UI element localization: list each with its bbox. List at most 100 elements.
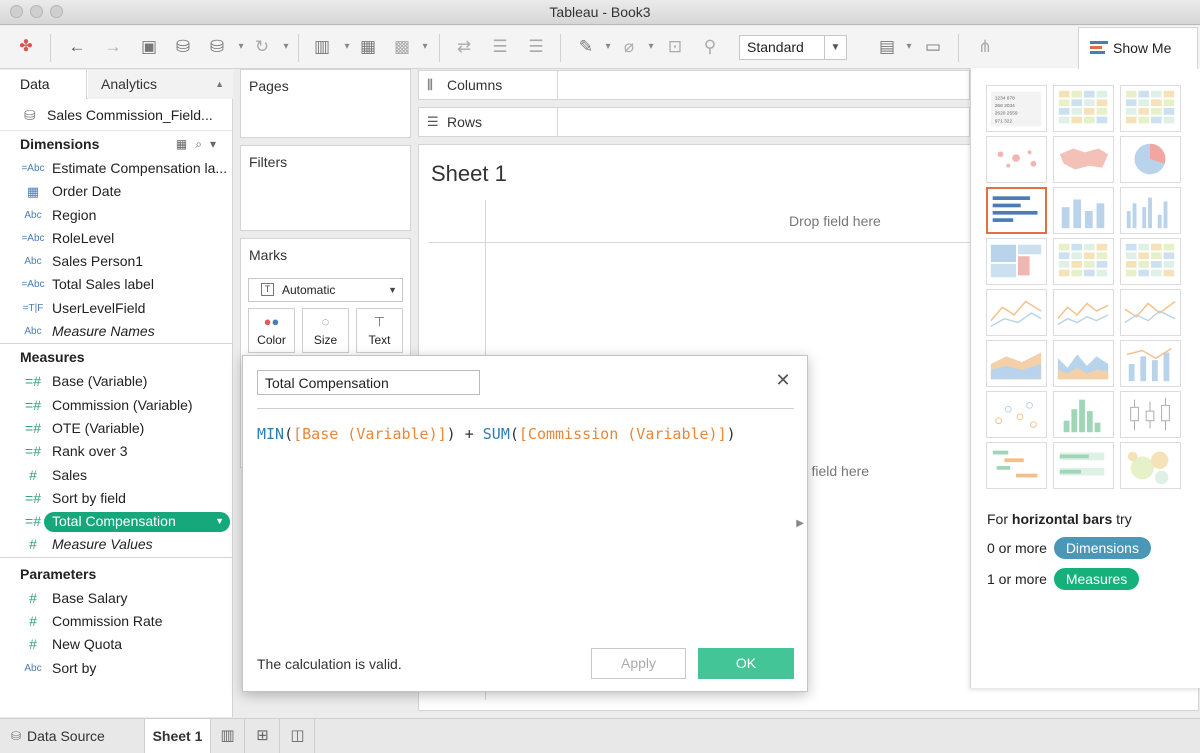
continuous-lines-chart-icon[interactable] [986, 289, 1047, 336]
rows-shelf[interactable]: ☰ Rows [418, 107, 970, 137]
group-icon[interactable]: ⌀ [618, 36, 640, 58]
size-button[interactable]: ◌ Size [302, 308, 349, 353]
chevron-down-icon[interactable]: ▾ [904, 36, 914, 58]
packed-bubbles-chart-icon[interactable] [1120, 442, 1181, 489]
refresh-icon[interactable]: ↻ [251, 36, 273, 58]
chevron-down-icon[interactable]: ▾ [281, 36, 291, 58]
dimension-field-item[interactable]: Abc Measure Names [0, 320, 232, 343]
parameter-field-item[interactable]: # New Quota [0, 633, 232, 656]
tableau-logo-icon[interactable]: ✤ [15, 36, 37, 58]
filters-card[interactable]: Filters [240, 145, 411, 231]
measure-field-item[interactable]: =# Total Compensation ▼ [0, 510, 232, 533]
close-icon[interactable]: ✕ [773, 370, 793, 390]
minimize-window-button[interactable] [30, 5, 43, 18]
new-dashboard-icon[interactable]: ⊞ [246, 719, 280, 753]
show-labels-icon[interactable]: ⊡ [664, 36, 686, 58]
pages-card[interactable]: Pages [240, 69, 411, 138]
clear-sheet-icon[interactable]: ▩ [391, 36, 413, 58]
undo-icon[interactable]: ← [66, 36, 88, 58]
measure-field-item[interactable]: # Sales [0, 464, 232, 487]
measure-field-item[interactable]: =# Base (Variable) [0, 370, 232, 393]
measure-field-item[interactable]: =# Commission (Variable) [0, 394, 232, 417]
measure-field-item[interactable]: =# OTE (Variable) [0, 417, 232, 440]
menu-dropdown-icon[interactable]: ▾ [210, 137, 224, 151]
share-icon[interactable]: ⋔ [974, 36, 996, 58]
parameter-field-item[interactable]: # Commission Rate [0, 610, 232, 633]
parameter-field-item[interactable]: Abc Sort by [0, 657, 232, 680]
tab-data-source[interactable]: ⛁ Data Source [0, 719, 145, 753]
box-whisker-chart-icon[interactable] [1120, 391, 1181, 438]
sort-descending-icon[interactable]: ☰ [525, 36, 547, 58]
measure-field-item[interactable]: =# Sort by field [0, 487, 232, 510]
mark-type-select[interactable]: T Automatic ▼ [248, 278, 403, 302]
text-button[interactable]: ⊤ Text [356, 308, 403, 353]
color-button[interactable]: ●● Color [248, 308, 295, 353]
pie-chart-icon[interactable] [1120, 136, 1181, 183]
dimension-field-item[interactable]: Abc Region [0, 204, 232, 227]
tab-sheet-1[interactable]: Sheet 1 [145, 719, 211, 753]
dimension-field-item[interactable]: =Abc RoleLevel [0, 227, 232, 250]
show-cards-icon[interactable]: ▤ [876, 36, 898, 58]
view-mode-icon[interactable]: ▦ [176, 137, 195, 151]
datasource-item[interactable]: ⛁ Sales Commission_Field... [0, 99, 232, 131]
filled-map-chart-icon[interactable] [1053, 136, 1114, 183]
scatter-plot-chart-icon[interactable] [986, 391, 1047, 438]
measure-field-item[interactable]: # Measure Values [0, 533, 232, 556]
ok-button[interactable]: OK [698, 648, 794, 679]
chevron-down-icon[interactable]: ▾ [236, 36, 246, 58]
side-by-side-bars-chart-icon[interactable] [1120, 187, 1181, 234]
area-discrete-chart-icon[interactable] [1053, 340, 1114, 387]
dimension-field-item[interactable]: ▦ Order Date [0, 180, 232, 203]
apply-button[interactable]: Apply [591, 648, 686, 679]
sort-ascending-icon[interactable]: ☰ [489, 36, 511, 58]
chevron-down-icon[interactable]: ▾ [646, 36, 656, 58]
formula-editor[interactable]: MIN([Base (Variable)]) + SUM([Commission… [257, 425, 736, 443]
save-icon[interactable]: ▣ [138, 36, 160, 58]
redo-icon[interactable]: → [102, 36, 124, 58]
area-continuous-chart-icon[interactable] [986, 340, 1047, 387]
chevron-down-icon[interactable]: ▾ [603, 36, 613, 58]
side-by-side-circles-chart-icon[interactable] [1120, 238, 1181, 285]
stacked-bars-chart-icon[interactable] [1053, 187, 1114, 234]
heat-map-chart-icon[interactable] [1053, 85, 1114, 132]
tab-analytics[interactable]: Analytics ▲ [88, 70, 233, 99]
zoom-window-button[interactable] [50, 5, 63, 18]
new-datasource-icon[interactable]: ⛁ [172, 36, 194, 58]
dimension-field-item[interactable]: =Abc Estimate Compensation la... [0, 157, 232, 180]
calculation-name-field[interactable] [257, 370, 480, 395]
symbol-map-chart-icon[interactable] [986, 136, 1047, 183]
fix-axes-icon[interactable]: ⚲ [699, 36, 721, 58]
discrete-lines-chart-icon[interactable] [1053, 289, 1114, 336]
presentation-mode-icon[interactable]: ▭ [922, 36, 944, 58]
columns-shelf[interactable]: ⫼ Columns [418, 70, 970, 100]
pause-updates-icon[interactable]: ⛁ [206, 36, 228, 58]
swap-rows-columns-icon[interactable]: ⇄ [453, 36, 475, 58]
histogram-chart-icon[interactable] [1053, 391, 1114, 438]
dimension-field-item[interactable]: Abc Sales Person1 [0, 250, 232, 273]
new-worksheet-icon[interactable]: ▥ [211, 719, 245, 753]
treemap-chart-icon[interactable] [986, 238, 1047, 285]
dimension-field-item[interactable]: =T|F UserLevelField [0, 297, 232, 320]
new-story-icon[interactable]: ◫ [281, 719, 315, 753]
highlight-icon[interactable]: ✎ [575, 36, 597, 58]
circle-views-chart-icon[interactable] [1053, 238, 1114, 285]
chevron-down-icon[interactable]: ▾ [420, 36, 430, 58]
dual-combination-chart-icon[interactable] [1120, 340, 1181, 387]
fit-mode-select[interactable]: Standard ▼ [739, 35, 847, 60]
measure-field-item[interactable]: =# Rank over 3 [0, 440, 232, 463]
field-menu-icon[interactable]: ▼ [215, 510, 224, 533]
tab-data[interactable]: Data [0, 70, 87, 99]
chevron-down-icon[interactable]: ▾ [342, 36, 352, 58]
columns-drop-zone[interactable]: Drop field here [789, 213, 881, 229]
gantt-chart-icon[interactable] [986, 442, 1047, 489]
search-icon[interactable]: ⌕ [195, 137, 210, 151]
horizontal-bars-chart-icon[interactable] [986, 187, 1047, 234]
dimension-field-item[interactable]: =Abc Total Sales label [0, 273, 232, 296]
bullet-graph-chart-icon[interactable] [1053, 442, 1114, 489]
close-window-button[interactable] [10, 5, 23, 18]
dual-lines-chart-icon[interactable] [1120, 289, 1181, 336]
new-worksheet-icon[interactable]: ▥ [311, 36, 333, 58]
show-me-button[interactable]: Show Me [1078, 27, 1198, 69]
parameter-field-item[interactable]: # Base Salary [0, 587, 232, 610]
duplicate-sheet-icon[interactable]: ▦ [357, 36, 379, 58]
